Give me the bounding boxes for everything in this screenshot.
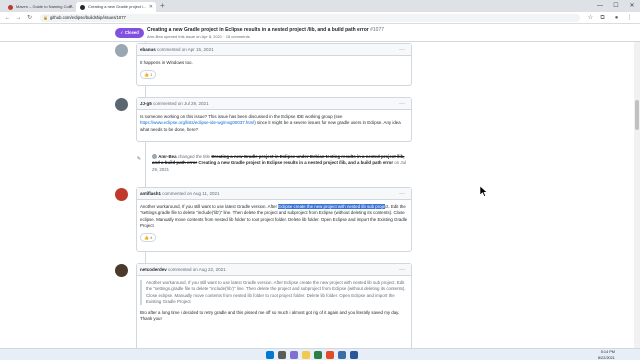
status-badge: ✓ Closed: [115, 28, 144, 38]
url-text: github.com/eclipse/buildship/issues/1077: [50, 15, 126, 20]
forward-icon[interactable]: →: [14, 13, 23, 23]
github-favicon-icon: [80, 5, 85, 10]
quoted-reply: Another workaround, If you still want to…: [140, 280, 408, 306]
comment-header: netcoderdev commented on Aug 22, 2021 ··…: [137, 264, 411, 276]
issue-title-text: Creating a new Gradle project in Eclipse…: [147, 27, 369, 33]
maven-favicon-icon: [8, 5, 13, 10]
event-actor[interactable]: Amr-Bea: [158, 154, 176, 159]
comment-author[interactable]: JJ-g5: [140, 101, 152, 106]
avatar[interactable]: [115, 264, 128, 277]
new-tab-button[interactable]: +: [160, 1, 165, 11]
close-window-icon[interactable]: ✕: [624, 0, 640, 12]
comment-meta[interactable]: commented on Aug 11, 2021: [162, 191, 219, 196]
comment-header: JJ-g5 commented on Jul 29, 2021 ···: [137, 98, 411, 110]
comment-header: antiflash1 commented on Aug 11, 2021 ···: [137, 188, 411, 200]
issue-number: #1077: [370, 27, 385, 33]
browser-menu-icon[interactable]: ⋮: [625, 13, 634, 23]
comment-meta[interactable]: commented on Aug 22, 2021: [168, 267, 226, 272]
comment-body: It happens in Windows too. 👍 1: [137, 56, 411, 83]
maximize-icon[interactable]: ☐: [608, 0, 624, 12]
page-scrollbar[interactable]: [634, 42, 640, 348]
extensions-icon[interactable]: ⧉: [598, 13, 607, 23]
mouse-cursor-icon: [480, 186, 488, 197]
url-input[interactable]: 🔒 github.com/eclipse/buildship/issues/10…: [40, 14, 580, 22]
issue-title[interactable]: Creating a new Gradle project in Eclipse…: [147, 27, 384, 33]
comment-author[interactable]: antiflash1: [140, 191, 161, 196]
close-tab-icon[interactable]: ✕: [69, 2, 73, 12]
tab-gradle-issue[interactable]: Creating a new Gradle project i... ✕: [76, 2, 156, 12]
sticky-issue-header: ✓ Closed Creating a new Gradle project i…: [0, 24, 640, 42]
comment-author[interactable]: netcoderdev: [140, 267, 167, 272]
pencil-icon: ✎: [135, 155, 143, 163]
chrome-icon[interactable]: [326, 351, 334, 359]
comment-text: Another workaround, If you still want to…: [140, 204, 279, 209]
start-icon[interactable]: [266, 351, 274, 359]
more-options-icon[interactable]: ···: [399, 264, 405, 276]
comment-ebanus: ebanus commented on Apr 15, 2021 ··· It …: [136, 43, 412, 86]
comment-netcoderdev: netcoderdev commented on Aug 22, 2021 ··…: [136, 263, 412, 348]
more-options-icon[interactable]: ···: [399, 98, 405, 110]
issue-subtitle: Amr-Bea opened this issue on Apr 8, 2021…: [147, 34, 250, 39]
new-title: Creating a new Gradle project in Eclipse…: [198, 160, 394, 166]
close-tab-icon[interactable]: ✕: [149, 2, 153, 12]
comment-jj-g5: JJ-g5 commented on Jul 29, 2021 ··· Is s…: [136, 97, 412, 142]
avatar[interactable]: [115, 98, 128, 111]
tab-maven-guide[interactable]: Maven – Guide to Naming Con... ✕: [4, 2, 76, 12]
comment-body: Another workaround, If you still want to…: [137, 276, 411, 327]
bookmark-star-icon[interactable]: ☆: [586, 13, 595, 23]
comment-author[interactable]: ebanus: [140, 47, 156, 52]
avatar[interactable]: [115, 44, 128, 57]
reload-icon[interactable]: ↻: [25, 13, 34, 23]
file-explorer-icon[interactable]: [302, 351, 310, 359]
minimize-icon[interactable]: —: [592, 0, 608, 12]
avatar[interactable]: [152, 154, 157, 160]
comment-body: Another workaround, If you still want to…: [137, 200, 411, 246]
comment-antiflash1: antiflash1 commented on Aug 11, 2021 ···…: [136, 187, 412, 252]
selected-text[interactable]: Eclipse create the new project with nest…: [278, 204, 386, 209]
comment-text: It happens in Windows too.: [140, 60, 193, 65]
comment-body: Is someone working on this issue? This i…: [137, 110, 411, 137]
more-options-icon[interactable]: ···: [399, 44, 405, 56]
profile-icon[interactable]: ●: [612, 13, 621, 23]
windows-taskbar: 5:14 PM 8/22/2021: [0, 348, 640, 360]
comment-header: ebanus commented on Apr 15, 2021 ···: [137, 44, 411, 56]
scrollbar-thumb[interactable]: [635, 100, 639, 130]
comment-meta[interactable]: commented on Apr 15, 2021: [157, 47, 214, 52]
title-change-event: Amr-Bea changed the title Creating a new…: [152, 154, 412, 173]
eclipse-icon[interactable]: [338, 351, 346, 359]
status-label: Closed: [124, 30, 139, 35]
issue-timeline: ebanus commented on Apr 15, 2021 ··· It …: [0, 42, 640, 348]
address-bar-row: ← → ↻ 🔒 github.com/eclipse/buildship/iss…: [0, 12, 640, 24]
comment-link[interactable]: https://www.eclipse.org/lists/eclipse-id…: [140, 120, 254, 125]
clock-date: 8/22/2021: [598, 356, 615, 360]
event-action: changed the title: [177, 154, 211, 159]
browser-tab-bar: Maven – Guide to Naming Con... ✕ Creatin…: [0, 0, 640, 12]
store-icon[interactable]: [314, 351, 322, 359]
reaction-thumbs-up[interactable]: 👍 4: [140, 233, 157, 243]
system-clock[interactable]: 5:14 PM 8/22/2021: [598, 349, 615, 361]
comment-meta[interactable]: commented on Jul 29, 2021: [153, 101, 209, 106]
reaction-thumbs-up[interactable]: 👍 1: [140, 70, 157, 80]
more-options-icon[interactable]: ···: [399, 188, 405, 200]
task-view-icon[interactable]: [290, 351, 298, 359]
tab-label: Creating a new Gradle project i...: [88, 4, 147, 9]
comment-text: Is someone working on this issue? This i…: [140, 114, 343, 119]
search-icon[interactable]: [278, 351, 286, 359]
avatar[interactable]: [115, 188, 128, 201]
tab-label: Maven – Guide to Naming Con...: [16, 4, 75, 9]
lock-icon: 🔒: [43, 15, 48, 20]
app-icon[interactable]: [350, 351, 358, 359]
comment-text: Bro after a long time i decided to retry…: [140, 310, 400, 322]
back-icon[interactable]: ←: [3, 13, 12, 23]
